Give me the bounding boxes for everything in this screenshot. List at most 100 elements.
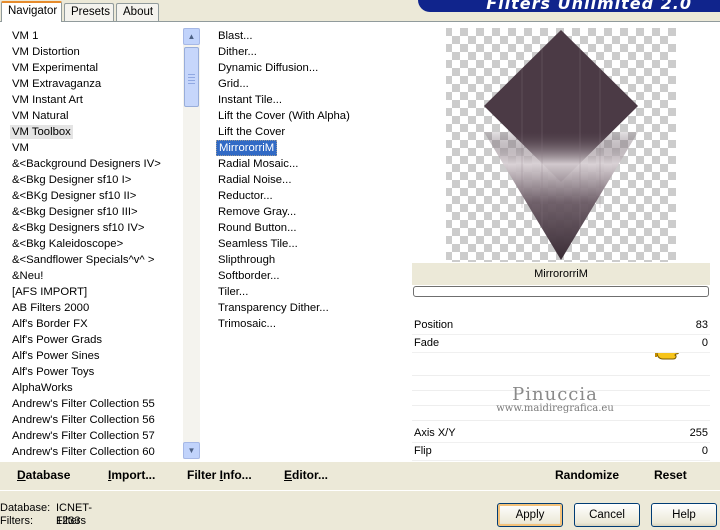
list-item[interactable]: [AFS IMPORT]: [8, 284, 200, 300]
param-axis-label: Axis X/Y: [414, 427, 456, 439]
list-item[interactable]: &<Bkg Designers sf10 IV>: [8, 220, 200, 236]
list-item[interactable]: Lift the Cover: [214, 124, 406, 140]
list-item[interactable]: Dynamic Diffusion...: [214, 60, 406, 76]
database-button[interactable]: Database: [17, 468, 70, 482]
list-item[interactable]: Softborder...: [214, 268, 406, 284]
list-item-label: Transparency Dither...: [218, 302, 329, 314]
list-item-label: Reductor...: [218, 190, 273, 202]
apply-button[interactable]: Apply: [497, 503, 563, 527]
param-fade[interactable]: Fade 0: [412, 335, 710, 353]
list-item[interactable]: Alf's Border FX: [8, 316, 200, 332]
list-item[interactable]: VM Extravaganza: [8, 76, 200, 92]
list-item-label: VM Experimental: [12, 62, 99, 74]
list-item[interactable]: Grid...: [214, 76, 406, 92]
list-item[interactable]: Radial Mosaic...: [214, 156, 406, 172]
param-position[interactable]: Position 83: [412, 317, 710, 335]
title-banner: Filters Unlimited 2.0: [418, 0, 720, 12]
list-item[interactable]: Andrew's Filter Collection 60: [8, 444, 200, 460]
list-item-label: &<Bkg Designer sf10 III>: [12, 206, 138, 218]
scroll-down-icon[interactable]: ▼: [183, 442, 200, 459]
list-item-label: Trimosaic...: [218, 318, 276, 330]
list-item[interactable]: Blast...: [214, 28, 406, 44]
list-item-label: Radial Noise...: [218, 174, 292, 186]
list-item[interactable]: &<Background Designers IV>: [8, 156, 200, 172]
list-item[interactable]: &<Sandflower Specials^v^ >: [8, 252, 200, 268]
list-item[interactable]: AlphaWorks: [8, 380, 200, 396]
list-item[interactable]: Tiler...: [214, 284, 406, 300]
list-item[interactable]: MirrororriM: [214, 140, 406, 156]
help-button[interactable]: Help: [651, 503, 717, 527]
param-axis[interactable]: Axis X/Y 255: [412, 425, 710, 443]
param-fade-value: 0: [701, 337, 708, 349]
list-item-label: VM Instant Art: [12, 94, 83, 106]
panel-action-bar: Database Import... Filter Info... Editor…: [0, 462, 720, 490]
param-axis-value: 255: [689, 427, 708, 439]
list-item[interactable]: Seamless Tile...: [214, 236, 406, 252]
list-item-label: VM Extravaganza: [12, 78, 102, 90]
list-item[interactable]: Andrew's Filter Collection 55: [8, 396, 200, 412]
tab-about[interactable]: About: [116, 3, 159, 21]
list-item[interactable]: AB Filters 2000: [8, 300, 200, 316]
tab-presets[interactable]: Presets: [64, 3, 114, 21]
list-item[interactable]: VM Distortion: [8, 44, 200, 60]
category-list[interactable]: VM 1 VM Distortion VM Experimental VM Extra…: [8, 28, 200, 479]
list-item-label: MirrororriM: [216, 140, 278, 156]
list-item-label: [AFS IMPORT]: [12, 286, 88, 298]
list-item[interactable]: VM Toolbox: [8, 124, 200, 140]
list-item-label: Alf's Power Grads: [12, 334, 103, 346]
list-item[interactable]: VM Experimental: [8, 60, 200, 76]
editor-button[interactable]: Editor...: [284, 468, 328, 482]
list-item[interactable]: Remove Gray...: [214, 204, 406, 220]
filter-info-button[interactable]: Filter Info...: [187, 468, 252, 482]
list-item-label: Andrew's Filter Collection 57: [12, 430, 155, 442]
list-item[interactable]: &<Bkg Kaleidoscope>: [8, 236, 200, 252]
list-item[interactable]: Transparency Dither...: [214, 300, 406, 316]
list-item[interactable]: Slipthrough: [214, 252, 406, 268]
param-position-label: Position: [414, 319, 454, 331]
scroll-thumb[interactable]: [184, 47, 199, 107]
cancel-button[interactable]: Cancel: [574, 503, 640, 527]
list-item-label: &<Background Designers IV>: [12, 158, 161, 170]
list-item[interactable]: &<Bkg Designer sf10 III>: [8, 204, 200, 220]
tab-navigator[interactable]: Navigator: [1, 1, 62, 22]
list-item[interactable]: Andrew's Filter Collection 57: [8, 428, 200, 444]
list-item[interactable]: Radial Noise...: [214, 172, 406, 188]
randomize-button[interactable]: Randomize: [555, 468, 619, 482]
list-item[interactable]: Andrew's Filter Collection 56: [8, 412, 200, 428]
list-item-label: Dither...: [218, 46, 257, 58]
list-item[interactable]: &Neu!: [8, 268, 200, 284]
scroll-up-icon[interactable]: ▲: [183, 28, 200, 45]
list-item[interactable]: &<Bkg Designer sf10 I>: [8, 172, 200, 188]
list-item-label: Radial Mosaic...: [218, 158, 299, 170]
reset-button[interactable]: Reset: [654, 468, 687, 482]
list-item[interactable]: Alf's Power Sines: [8, 348, 200, 364]
list-item[interactable]: VM Instant Art: [8, 92, 200, 108]
list-item-label: Instant Tile...: [218, 94, 283, 106]
list-item[interactable]: Lift the Cover (With Alpha): [214, 108, 406, 124]
filter-list[interactable]: Blast... Dither... Dynamic Diffusion... Gri…: [214, 28, 406, 479]
param-flip-value: 0: [701, 445, 708, 457]
list-item-label: &<Bkg Designer sf10 I>: [12, 174, 132, 186]
list-item-label: Softborder...: [218, 270, 280, 282]
window-title: Filters Unlimited 2.0: [486, 0, 692, 12]
list-item[interactable]: Alf's Power Toys: [8, 364, 200, 380]
list-item[interactable]: Trimosaic...: [214, 316, 406, 332]
filters-count-label: Filters:: [0, 515, 33, 527]
list-item[interactable]: Alf's Power Grads: [8, 332, 200, 348]
list-item-label: Remove Gray...: [218, 206, 297, 218]
param-flip-label: Flip: [414, 445, 432, 457]
list-item[interactable]: &<BKg Designer sf10 II>: [8, 188, 200, 204]
list-item[interactable]: Round Button...: [214, 220, 406, 236]
list-item[interactable]: Reductor...: [214, 188, 406, 204]
import-button[interactable]: Import...: [108, 468, 155, 482]
list-item[interactable]: VM Natural: [8, 108, 200, 124]
list-item[interactable]: VM: [8, 140, 200, 156]
list-item[interactable]: Instant Tile...: [214, 92, 406, 108]
list-item-label: VM 1: [12, 30, 39, 42]
param-fade-label: Fade: [414, 337, 440, 349]
list-item-label: Alf's Power Toys: [12, 366, 95, 378]
list-item[interactable]: VM 1: [8, 28, 200, 44]
param-flip[interactable]: Flip 0: [412, 443, 710, 461]
list-item[interactable]: Dither...: [214, 44, 406, 60]
category-scrollbar[interactable]: ▲ ▼: [183, 28, 200, 459]
